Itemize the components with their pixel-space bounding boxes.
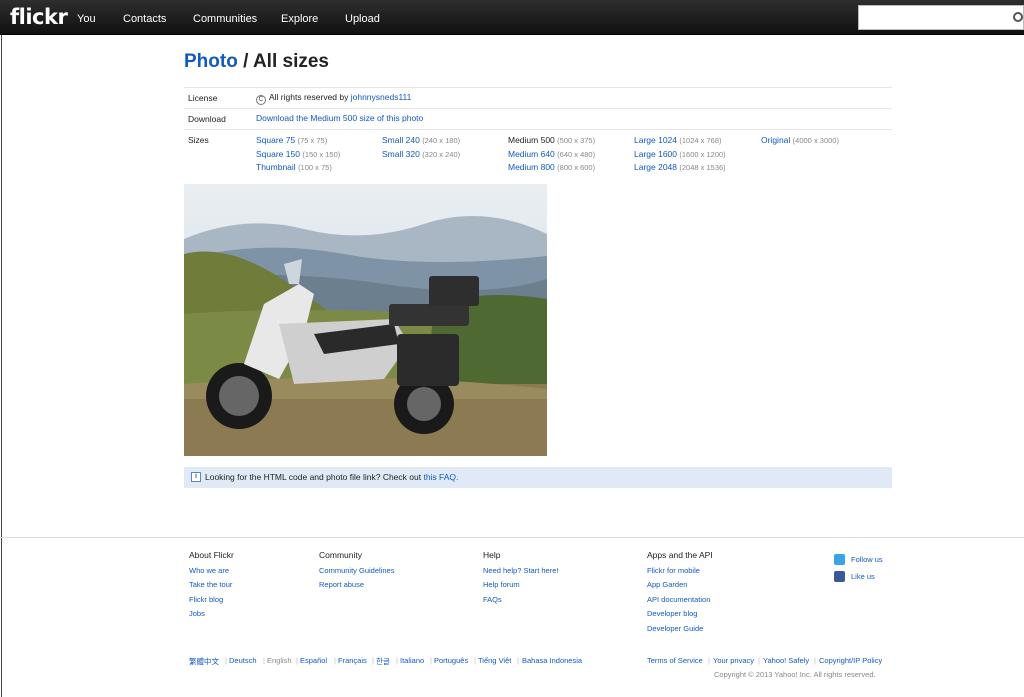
like-us-link[interactable]: Like us <box>851 572 875 581</box>
separator: | <box>814 656 816 665</box>
lang-link[interactable]: Français <box>338 656 367 665</box>
separator: | <box>708 656 710 665</box>
separator: | <box>296 656 298 665</box>
lang-current: English <box>267 656 292 665</box>
separator: | <box>263 656 265 665</box>
footer-link[interactable]: Developer blog <box>647 609 697 618</box>
flickr-logo[interactable]: flickr <box>10 5 68 29</box>
footer-link[interactable]: App Garden <box>647 580 687 589</box>
lang-link[interactable]: Español <box>300 656 327 665</box>
divider <box>184 129 892 130</box>
separator: | <box>334 656 336 665</box>
footer-link[interactable]: API documentation <box>647 595 710 604</box>
lang-link[interactable]: 繁體中文 <box>189 656 219 667</box>
size-option[interactable]: Original (4000 x 3000) <box>761 135 839 145</box>
follow-us-link[interactable]: Follow us <box>851 555 883 564</box>
nav-contacts[interactable]: Contacts <box>123 13 166 25</box>
nav-explore[interactable]: Explore <box>281 13 318 25</box>
legal-link[interactable]: Your privacy <box>713 656 754 665</box>
download-label: Download <box>188 114 226 124</box>
faq-banner: i Looking for the HTML code and photo fi… <box>184 467 892 488</box>
footer-link[interactable]: Who we are <box>189 566 229 575</box>
footer-heading-about: About Flickr <box>189 550 234 560</box>
footer-heading-community: Community <box>319 550 362 560</box>
nav-you[interactable]: You <box>77 13 96 25</box>
info-icon: i <box>191 472 201 482</box>
legal-link[interactable]: Copyright/IP Policy <box>819 656 882 665</box>
footer-link[interactable]: Jobs <box>189 609 205 618</box>
lang-link[interactable]: Deutsch <box>229 656 257 665</box>
motorcycle-photo <box>184 184 547 456</box>
twitter-icon[interactable] <box>834 554 845 565</box>
separator: | <box>517 656 519 665</box>
footer-link[interactable]: Take the tour <box>189 580 232 589</box>
separator: | <box>372 656 374 665</box>
legal-link[interactable]: Terms of Service <box>647 656 703 665</box>
page-title: Photo / All sizes <box>184 51 329 73</box>
license-text: All rights reserved by <box>269 92 351 102</box>
license-value: C All rights reserved by johnnysneds111 <box>256 92 411 105</box>
size-option[interactable]: Square 75 (75 x 75) <box>256 135 327 145</box>
footer-heading-help: Help <box>483 550 501 560</box>
divider <box>184 87 892 88</box>
lang-link[interactable]: Português <box>434 656 468 665</box>
nav-upload[interactable]: Upload <box>345 13 380 25</box>
size-option[interactable]: Small 240 (240 x 180) <box>382 135 460 145</box>
footer-heading-apps: Apps and the API <box>647 550 713 560</box>
size-option-current: Medium 500 (500 x 375) <box>508 135 596 145</box>
lang-link[interactable]: 한글 <box>376 656 390 667</box>
footer-link[interactable]: Need help? Start here! <box>483 566 558 575</box>
separator: | <box>474 656 476 665</box>
photo-title-link[interactable]: Photo <box>184 51 238 72</box>
footer-link[interactable]: Flickr blog <box>189 595 223 604</box>
footer-link[interactable]: Developer Guide <box>647 624 703 633</box>
nav-communities[interactable]: Communities <box>193 13 257 25</box>
license-user-link[interactable]: johnnysneds111 <box>351 92 412 102</box>
lang-link[interactable]: Tiếng Việt <box>478 656 511 665</box>
footer-divider <box>0 537 1024 538</box>
separator: | <box>225 656 227 665</box>
size-option[interactable]: Large 1024 (1024 x 768) <box>634 135 722 145</box>
footer-link[interactable]: Help forum <box>483 580 520 589</box>
legal-link[interactable]: Yahoo! Safely <box>763 656 809 665</box>
separator: | <box>758 656 760 665</box>
size-option[interactable]: Medium 640 (640 x 480) <box>508 149 595 159</box>
footer-link[interactable]: Community Guidelines <box>319 566 394 575</box>
size-option[interactable]: Thumbnail (100 x 75) <box>256 162 332 172</box>
separator: | <box>430 656 432 665</box>
title-all-sizes: / All sizes <box>237 51 329 72</box>
size-option[interactable]: Large 1600 (1600 x 1200) <box>634 149 726 159</box>
divider <box>184 108 892 109</box>
copyright-icon: C <box>256 95 266 105</box>
size-option[interactable]: Medium 800 (800 x 600) <box>508 162 595 172</box>
search-icon[interactable] <box>1013 12 1023 22</box>
footer-link[interactable]: Report abuse <box>319 580 364 589</box>
size-option[interactable]: Square 150 (150 x 150) <box>256 149 340 159</box>
search-input[interactable] <box>858 5 1024 30</box>
lang-link[interactable]: Bahasa Indonesia <box>522 656 582 665</box>
facebook-icon[interactable] <box>834 571 845 582</box>
footer-link[interactable]: FAQs <box>483 595 502 604</box>
separator: | <box>396 656 398 665</box>
license-label: License <box>188 93 218 103</box>
size-option[interactable]: Large 2048 (2048 x 1536) <box>634 162 726 172</box>
top-navigation-bar: flickr You Contacts Communities Explore … <box>0 0 1024 35</box>
lang-link[interactable]: Italiano <box>400 656 424 665</box>
copyright-text: Copyright © 2013 Yahoo! Inc. All rights … <box>714 670 876 679</box>
sizes-label: Sizes <box>188 135 209 145</box>
faq-link[interactable]: this FAQ. <box>423 472 458 482</box>
size-option[interactable]: Small 320 (320 x 240) <box>382 149 460 159</box>
download-link[interactable]: Download the Medium 500 size of this pho… <box>256 113 423 123</box>
banner-text: Looking for the HTML code and photo file… <box>205 472 459 482</box>
footer-link[interactable]: Flickr for mobile <box>647 566 700 575</box>
